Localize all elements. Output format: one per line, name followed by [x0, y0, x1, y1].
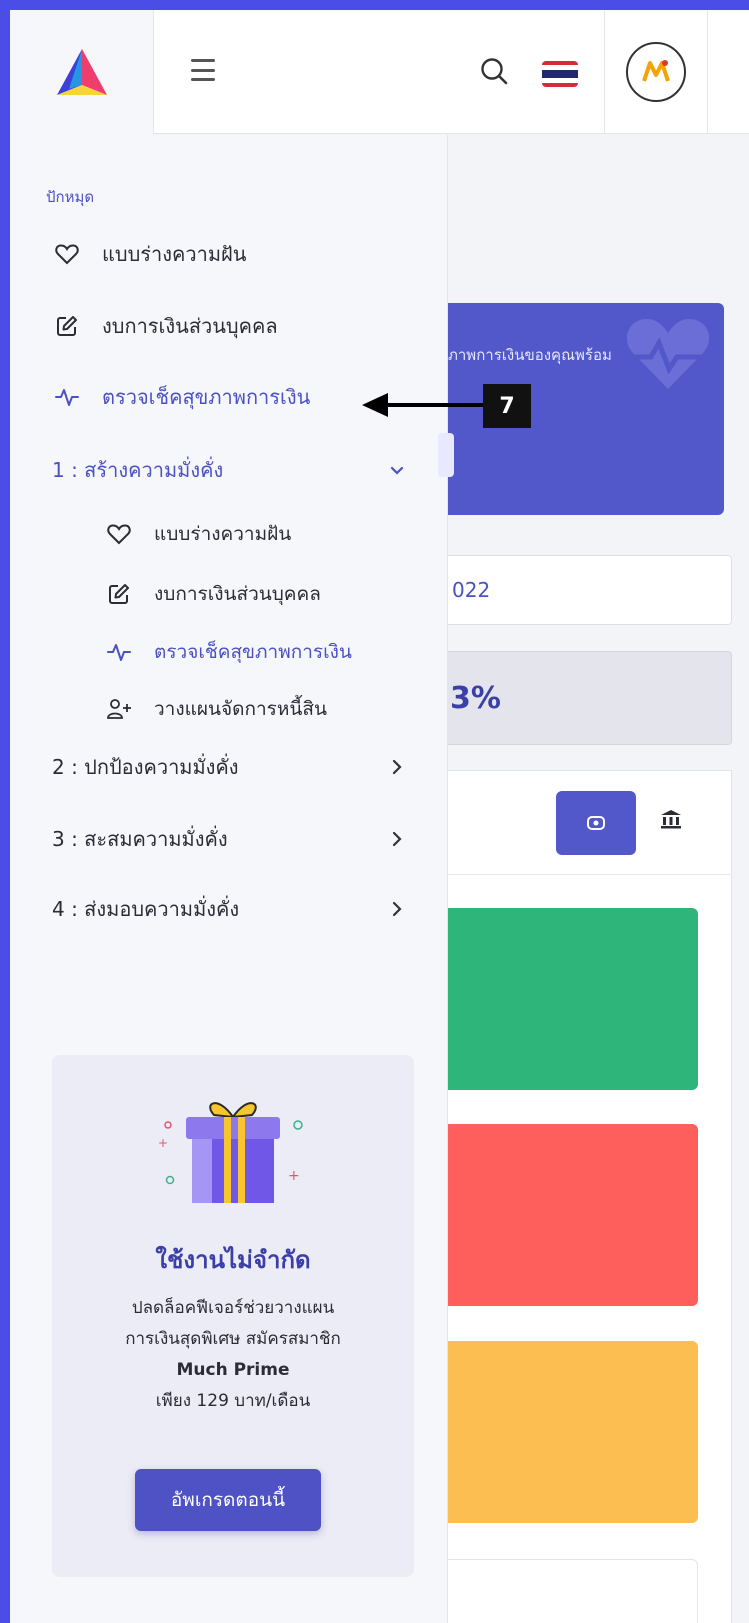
- search-icon[interactable]: [479, 56, 509, 86]
- sub-item-personal-budget[interactable]: งบการเงินส่วนบุคคล: [10, 574, 448, 614]
- pinned-item-label: งบการเงินส่วนบุคคล: [102, 314, 278, 338]
- group-protect-wealth[interactable]: 2 : ปกป้องความมั่งคั่ง: [10, 745, 448, 789]
- date-field[interactable]: 022: [448, 555, 732, 625]
- banner-text: ภาพการเงินของคุณพร้อม: [448, 346, 612, 364]
- group-label: 1 : สร้างความมั่งคั่ง: [52, 458, 224, 482]
- top-header: [153, 10, 749, 134]
- sidebar: ปักหมุด แบบร่างความฝัน งบการเงินส่วนบุคค…: [10, 135, 448, 1623]
- pinned-item-label: แบบร่างความฝัน: [102, 242, 247, 266]
- status-card-red[interactable]: [448, 1124, 698, 1306]
- promo-desc-line: การเงินสุดพิเศษ สมัครสมาชิก: [125, 1329, 341, 1349]
- triangle-logo-icon: [56, 48, 107, 95]
- hamburger-icon[interactable]: [191, 59, 215, 81]
- sub-item-dream-draft[interactable]: แบบร่างความฝัน: [10, 514, 448, 554]
- svg-text:+: +: [158, 1136, 168, 1150]
- promo-plan-name: Much Prime: [176, 1360, 290, 1380]
- much-logo-avatar: [640, 56, 672, 88]
- upgrade-promo-card: + + ใช้งานไม่จำกัด ปลดล็อคฟีเจอร์ช่วยวาง…: [52, 1055, 414, 1577]
- app-frame: ปักหมุด แบบร่างความฝัน งบการเงินส่วนบุคค…: [10, 10, 749, 1623]
- edit-icon: [106, 581, 132, 607]
- panel-toolbar: [448, 771, 732, 875]
- heart-icon: [106, 521, 132, 547]
- bank-icon[interactable]: [660, 809, 682, 829]
- logo-area[interactable]: [10, 10, 153, 135]
- view-toggle-button[interactable]: [556, 791, 636, 855]
- chevron-right-icon: [392, 831, 402, 847]
- eye-icon: [587, 816, 605, 830]
- promo-price: เพียง 129 บาท/เดือน: [155, 1391, 311, 1411]
- gift-icon: + +: [158, 1102, 303, 1203]
- sub-item-label: งบการเงินส่วนบุคคล: [154, 583, 321, 605]
- group-build-wealth[interactable]: 1 : สร้างความมั่งคั่ง: [10, 448, 448, 492]
- chevron-right-icon: [392, 901, 402, 917]
- sub-item-label: วางแผนจัดการหนี้สิน: [154, 698, 327, 720]
- upgrade-now-button[interactable]: อัพเกรดตอนนี้: [135, 1469, 321, 1531]
- pinned-item-personal-budget[interactable]: งบการเงินส่วนบุคคล: [10, 304, 448, 348]
- banner-button-edge[interactable]: [438, 433, 454, 477]
- avatar-cell[interactable]: [604, 10, 708, 134]
- annotation-arrow-line: [385, 403, 485, 407]
- group-label: 3 : สะสมความมั่งคั่ง: [52, 827, 228, 851]
- thai-flag-icon[interactable]: [542, 61, 578, 87]
- group-label: 2 : ปกป้องความมั่งคั่ง: [52, 755, 239, 779]
- sub-item-financial-health-check[interactable]: ตรวจเช็คสุขภาพการเงิน: [10, 632, 448, 672]
- user-plus-icon: [106, 696, 132, 722]
- sub-item-label: แบบร่างความฝัน: [154, 523, 292, 545]
- pulse-icon: [106, 639, 132, 665]
- group-transfer-wealth[interactable]: 4 : ส่งมอบความมั่งคั่ง: [10, 887, 448, 931]
- status-card-green[interactable]: [448, 908, 698, 1090]
- step-number-badge: 7: [483, 384, 531, 428]
- group-accumulate-wealth[interactable]: 3 : สะสมความมั่งคั่ง: [10, 817, 448, 861]
- heart-icon: [54, 241, 80, 267]
- pinned-item-dream-draft[interactable]: แบบร่างความฝัน: [10, 232, 448, 276]
- results-panel: [448, 770, 732, 1623]
- avatar[interactable]: [626, 42, 686, 102]
- pinned-item-label: ตรวจเช็คสุขภาพการเงิน: [102, 385, 311, 409]
- svg-text:+: +: [288, 1168, 300, 1184]
- status-card-yellow[interactable]: [448, 1341, 698, 1523]
- promo-description: ปลดล็อคฟีเจอร์ช่วยวางแผน การเงินสุดพิเศษ…: [62, 1293, 404, 1417]
- sub-item-debt-plan[interactable]: วางแผนจัดการหนี้สิน: [10, 689, 448, 729]
- annotation-arrow-head: [362, 393, 388, 417]
- panel-bottom-card: [448, 1559, 698, 1623]
- main-content: ภาพการเงินของคุณพร้อม 022 3%: [438, 135, 749, 1623]
- edit-icon: [54, 313, 80, 339]
- promo-desc-line: ปลดล็อคฟีเจอร์ช่วยวางแผน: [131, 1298, 335, 1318]
- sub-item-label: ตรวจเช็คสุขภาพการเงิน: [154, 641, 352, 663]
- chevron-right-icon: [392, 759, 402, 775]
- promo-title: ใช้งานไม่จำกัด: [155, 1246, 311, 1274]
- group-label: 4 : ส่งมอบความมั่งคั่ง: [52, 897, 240, 921]
- chevron-down-icon: [390, 466, 404, 475]
- health-score-percent: 3%: [448, 651, 732, 745]
- pinned-section-label: ปักหมุด: [46, 188, 95, 206]
- heart-pulse-watermark-icon: [623, 319, 713, 389]
- pulse-icon: [54, 384, 80, 410]
